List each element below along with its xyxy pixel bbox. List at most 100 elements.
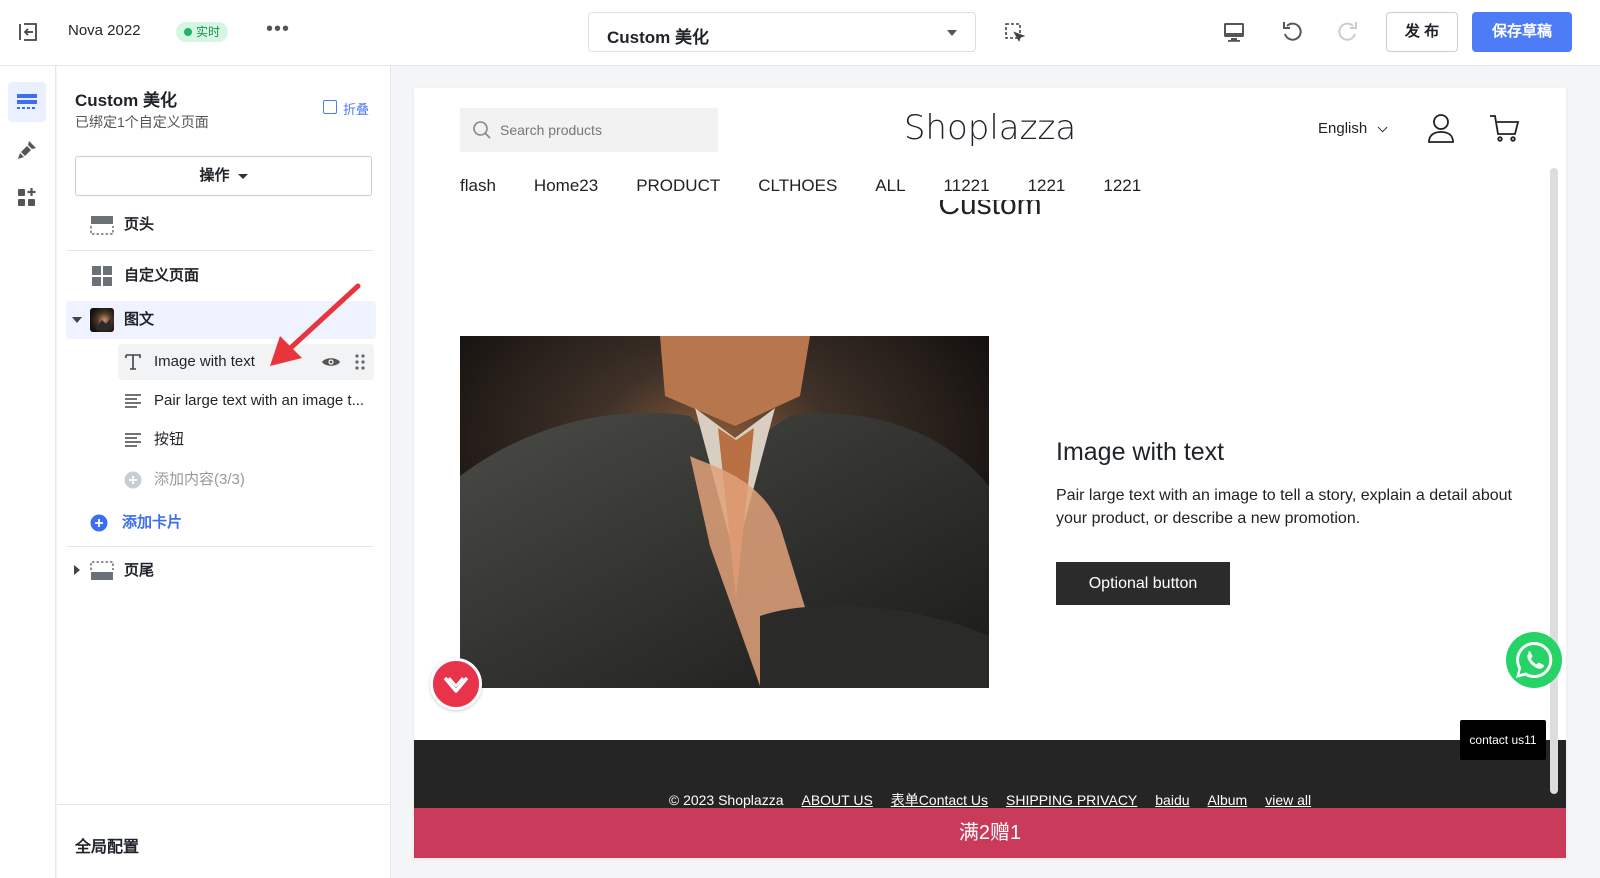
add-card-button[interactable]: 添加卡片 <box>66 504 376 542</box>
store-footer: © 2023 Shoplazza ABOUT US 表单Contact Us SHIP… <box>414 740 1566 808</box>
operations-button[interactable]: 操作 <box>75 156 372 196</box>
footer-copyright: © 2023 Shoplazza <box>668 792 784 808</box>
nav-item[interactable]: 11221 <box>944 176 990 196</box>
promo-bar[interactable]: 满2赠1 <box>414 808 1566 858</box>
section-custom-page[interactable]: 自定义页面 <box>66 257 376 295</box>
nav-item[interactable]: Home23 <box>534 176 598 196</box>
more-options-icon[interactable]: ••• <box>266 18 290 41</box>
page-select[interactable]: Custom 美化 <box>588 12 976 52</box>
undo-icon[interactable] <box>1280 18 1306 44</box>
paragraph-icon <box>125 433 141 447</box>
section-body-text: Pair large text with an image to tell a … <box>1056 487 1512 527</box>
nav-item[interactable]: flash <box>460 176 496 196</box>
grid-icon <box>92 266 112 286</box>
store-name: Nova 2022 <box>68 22 141 39</box>
global-config[interactable]: 全局配置 <box>57 804 391 878</box>
block-button-label: 按钮 <box>154 431 185 448</box>
optional-button[interactable]: Optional button <box>1056 562 1230 605</box>
section-header-label: 页头 <box>124 216 155 233</box>
section-header[interactable]: 页头 <box>66 206 376 244</box>
footer-link[interactable]: 表单Contact Us <box>891 792 988 808</box>
element-picker-icon[interactable] <box>1004 22 1026 44</box>
heart-badge-icon[interactable] <box>430 658 482 710</box>
image-thumbnail-icon <box>90 308 114 332</box>
rail-sections[interactable] <box>8 82 46 122</box>
block-text-label: Pair large text with an image t... <box>154 392 365 409</box>
section-heading: Image with text <box>1056 438 1225 466</box>
footer-link[interactable]: view all <box>1265 792 1311 808</box>
block-heading-label: Image with text <box>154 353 255 370</box>
divider <box>67 250 373 251</box>
expand-caret-icon[interactable] <box>72 317 82 323</box>
add-content-label: 添加内容(3/3) <box>154 471 245 488</box>
add-content-button[interactable]: 添加内容(3/3) <box>118 462 374 498</box>
section-image[interactable] <box>460 336 989 688</box>
contact-us-button[interactable]: contact us11 <box>1460 720 1546 760</box>
block-heading[interactable]: Image with text <box>118 344 374 380</box>
brush-icon <box>18 141 36 159</box>
footer-links: © 2023 Shoplazza ABOUT US 表单Contact Us SHIP… <box>414 790 1566 810</box>
redo-icon[interactable] <box>1334 18 1360 44</box>
cart-icon[interactable] <box>1488 112 1520 144</box>
store-preview: Search products Shoplazza English flash H… <box>414 88 1566 858</box>
plus-circle-icon <box>90 514 108 532</box>
footer-link[interactable]: ABOUT US <box>801 792 872 808</box>
live-status-badge: 实时 <box>176 22 229 42</box>
drag-handle-icon[interactable] <box>355 354 365 370</box>
paragraph-icon <box>125 394 141 408</box>
global-config-label: 全局配置 <box>75 839 140 856</box>
eye-icon[interactable] <box>321 356 341 368</box>
chevron-down-icon <box>947 30 957 36</box>
block-text[interactable]: Pair large text with an image t... <box>118 383 374 419</box>
user-icon[interactable] <box>1426 112 1456 144</box>
store-logo[interactable]: Shoplazza <box>414 108 1566 148</box>
page-select-value: Custom 美化 <box>607 28 709 47</box>
header-section-icon <box>90 216 114 235</box>
language-label: English <box>1318 120 1368 137</box>
divider <box>67 546 373 547</box>
nav-item[interactable]: 1221 <box>1028 176 1066 196</box>
man-in-suit-image <box>460 336 989 688</box>
nav-item[interactable]: ALL <box>875 176 905 196</box>
section-image-text[interactable]: 图文 <box>66 301 376 339</box>
exit-icon[interactable] <box>16 20 40 44</box>
nav-item[interactable]: PRODUCT <box>636 176 720 196</box>
add-card-label: 添加卡片 <box>122 514 183 531</box>
footer-link[interactable]: Album <box>1208 792 1248 808</box>
language-selector[interactable]: English <box>1318 120 1388 137</box>
top-bar: Nova 2022 实时 ••• Custom 美化 发 布 保存草稿 <box>0 0 1600 66</box>
text-icon <box>125 354 141 370</box>
save-draft-button[interactable]: 保存草稿 <box>1472 12 1572 52</box>
main-nav: flash Home23 PRODUCT CLTHOES ALL 11221 1221 122… <box>460 176 1179 196</box>
icon-rail <box>0 66 56 878</box>
whatsapp-icon[interactable] <box>1506 632 1562 688</box>
panel-title: Custom 美化 <box>75 91 177 110</box>
caret-down-icon <box>237 173 248 179</box>
nav-item[interactable]: 1221 <box>1103 176 1141 196</box>
operations-label: 操作 <box>199 167 230 184</box>
phone-icon <box>1516 641 1553 678</box>
footer-section-icon <box>90 561 114 580</box>
panel-subtitle: 已绑定1个自定义页面 <box>75 114 209 130</box>
section-footer[interactable]: 页尾 <box>66 552 376 590</box>
footer-link[interactable]: baidu <box>1155 792 1189 808</box>
nav-item[interactable]: CLTHOES <box>758 176 837 196</box>
section-custom-page-label: 自定义页面 <box>124 267 200 284</box>
footer-link[interactable]: SHIPPING PRIVACY <box>1006 792 1137 808</box>
rail-theme[interactable] <box>8 130 46 170</box>
apps-icon <box>18 188 36 206</box>
section-image-text-label: 图文 <box>124 311 155 328</box>
block-button[interactable]: 按钮 <box>118 422 374 458</box>
page-title-clipped: Custom <box>938 200 1042 221</box>
expand-caret-icon[interactable] <box>74 565 80 575</box>
plus-circle-icon <box>124 471 142 489</box>
layout-icon <box>17 94 37 109</box>
sections-panel: Custom 美化 已绑定1个自定义页面 折叠 操作 页头 自定义页面 图文 I… <box>57 66 391 878</box>
preview-scrollbar[interactable] <box>1550 168 1558 794</box>
collapse-button[interactable]: 折叠 <box>323 99 369 118</box>
section-footer-label: 页尾 <box>124 562 155 579</box>
heart-icon <box>443 676 469 693</box>
publish-button[interactable]: 发 布 <box>1386 12 1458 52</box>
rail-apps[interactable] <box>8 178 46 218</box>
desktop-view-icon[interactable] <box>1222 20 1246 44</box>
